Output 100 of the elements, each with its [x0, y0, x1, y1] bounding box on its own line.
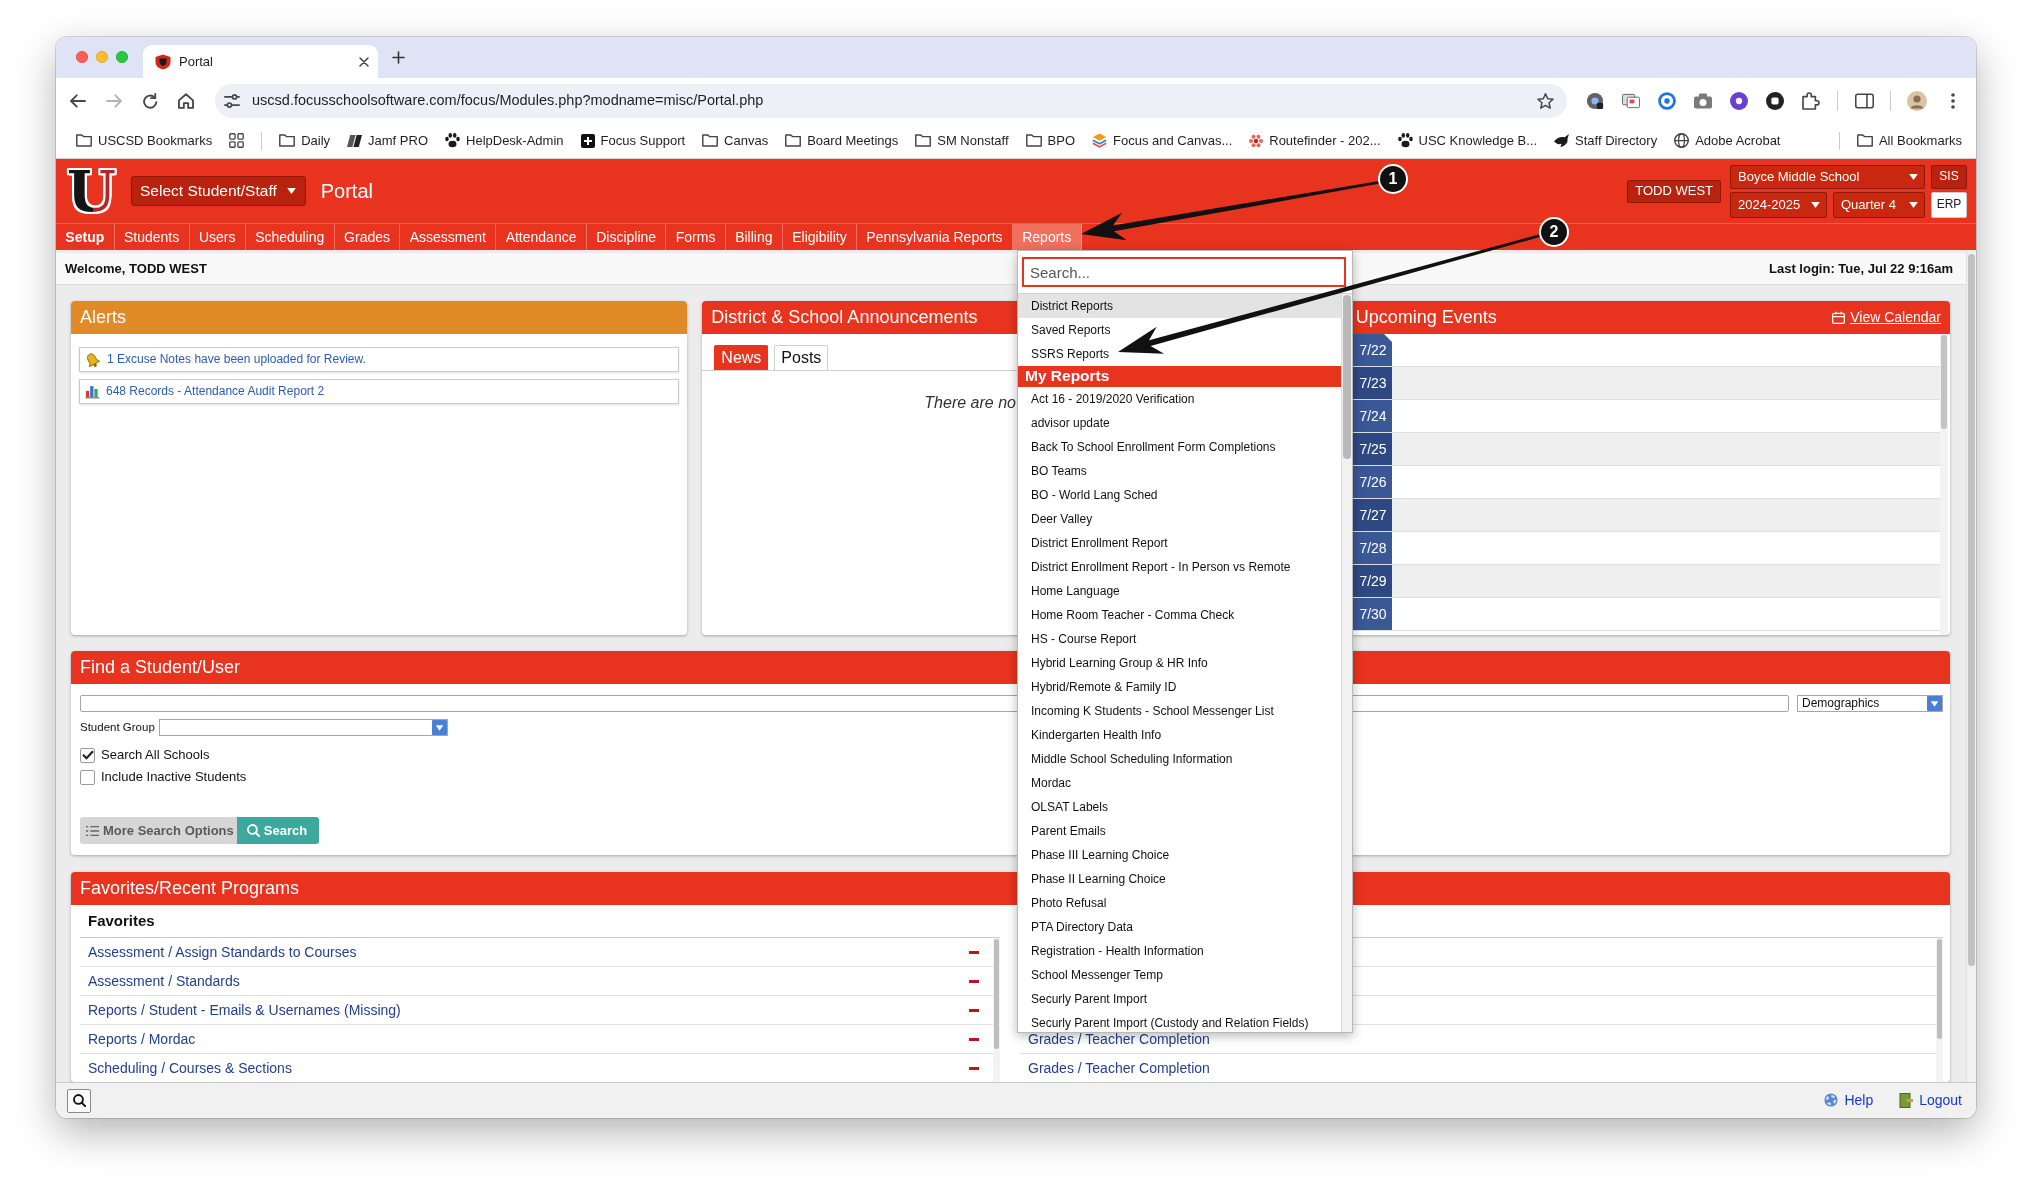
- menu-item[interactable]: HS - Course Report: [1018, 627, 1341, 651]
- help-link[interactable]: Help: [1824, 1092, 1874, 1109]
- bookmark-link[interactable]: Adobe Acrobat: [1674, 132, 1781, 149]
- menu-item[interactable]: District Reports: [1018, 294, 1341, 318]
- side-panel-icon[interactable]: [1854, 92, 1874, 109]
- minus-icon[interactable]: [969, 950, 979, 954]
- nav-tab[interactable]: Assessment: [400, 224, 497, 250]
- student-staff-select[interactable]: Select Student/Staff: [131, 176, 306, 206]
- grid-icon[interactable]: [229, 133, 245, 148]
- menu-item[interactable]: BO Teams: [1018, 459, 1341, 483]
- minus-icon[interactable]: [969, 1066, 979, 1070]
- close-icon[interactable]: [359, 56, 369, 67]
- puzzle-icon[interactable]: [1802, 91, 1820, 110]
- nav-tab[interactable]: Discipline: [586, 224, 667, 250]
- menu-item[interactable]: Home Language: [1018, 579, 1341, 603]
- menu-item[interactable]: Parent Emails: [1018, 819, 1341, 843]
- year-select[interactable]: 2024-2025: [1730, 191, 1827, 218]
- nav-tab[interactable]: Students: [114, 224, 190, 250]
- favorite-link[interactable]: Reports / Student - Emails & Usernames (Missing): [88, 1001, 401, 1019]
- menu-item[interactable]: Incoming K Students - School Messenger List: [1018, 699, 1341, 723]
- nav-tab[interactable]: Billing: [725, 224, 783, 250]
- back-icon[interactable]: [70, 93, 86, 108]
- cards-icon[interactable]: [1622, 91, 1640, 110]
- site-info-icon[interactable]: [224, 93, 240, 108]
- logout-link[interactable]: Logout: [1899, 1092, 1962, 1109]
- bookmark-link[interactable]: USC Knowledge B...: [1397, 132, 1538, 149]
- menu-item[interactable]: Saved Reports: [1018, 318, 1341, 342]
- menu-item[interactable]: Mordac: [1018, 771, 1341, 795]
- minus-icon[interactable]: [969, 1008, 979, 1012]
- nav-tab[interactable]: Users: [189, 224, 246, 250]
- menu-item[interactable]: BO - World Lang Sched: [1018, 483, 1341, 507]
- menu-item[interactable]: School Messenger Temp: [1018, 963, 1341, 987]
- nav-tab[interactable]: Setup: [56, 224, 115, 250]
- more-options-button[interactable]: More Search Options: [80, 817, 237, 844]
- scrollbar-thumb[interactable]: [1937, 939, 1942, 1039]
- bookmark-link[interactable]: Routefinder - 202...: [1249, 132, 1381, 149]
- tab[interactable]: Posts: [774, 345, 829, 371]
- menu-item[interactable]: Registration - Health Information: [1018, 939, 1341, 963]
- menu-item[interactable]: Deer Valley: [1018, 507, 1341, 531]
- alert-link[interactable]: 1 Excuse Notes have been uploaded for Review.: [107, 352, 366, 367]
- plus-icon[interactable]: [392, 51, 405, 64]
- bookmark-link[interactable]: Canvas: [702, 132, 769, 149]
- star-icon[interactable]: [1537, 92, 1554, 109]
- menu-item[interactable]: District Enrollment Report: [1018, 531, 1341, 555]
- close-window-icon[interactable]: [76, 51, 88, 63]
- menu-item[interactable]: Kindergarten Health Info: [1018, 723, 1341, 747]
- menu-item[interactable]: OLSAT Labels: [1018, 795, 1341, 819]
- bookmark-link[interactable]: Jamf PRO: [347, 132, 428, 149]
- favorite-link[interactable]: Assessment / Assign Standards to Courses: [88, 943, 357, 961]
- address-bar[interactable]: uscsd.focusschoolsoftware.com/focus/Modules.php?modname=misc/Portal.php: [215, 83, 1567, 118]
- menu-item[interactable]: PTA Directory Data: [1018, 915, 1341, 939]
- recent-link[interactable]: Grades / Teacher Completion: [1028, 1059, 1210, 1077]
- menu-item[interactable]: Securly Parent Import: [1018, 987, 1341, 1011]
- nav-tab[interactable]: Attendance: [496, 224, 587, 250]
- school-select[interactable]: Boyce Middle School: [1730, 164, 1925, 189]
- menu-item[interactable]: Home Room Teacher - Comma Check: [1018, 603, 1341, 627]
- checkbox[interactable]: [80, 769, 95, 785]
- recent-link[interactable]: Grades / Teacher Completion: [1028, 1030, 1210, 1048]
- menu-item[interactable]: SSRS Reports: [1018, 342, 1341, 366]
- menu-item[interactable]: Middle School Scheduling Information: [1018, 747, 1341, 771]
- bookmark-link[interactable]: Focus Support: [580, 132, 686, 149]
- bookmark-link[interactable]: All Bookmarks: [1856, 132, 1962, 149]
- favorite-link[interactable]: Assessment / Standards: [88, 972, 240, 990]
- nav-tab[interactable]: Forms: [666, 224, 726, 250]
- stop-icon[interactable]: [1766, 91, 1784, 110]
- term-select[interactable]: Quarter 4: [1833, 191, 1925, 218]
- disc-icon[interactable]: [1730, 91, 1748, 110]
- bookmark-link[interactable]: SM Nonstaff: [915, 132, 1009, 149]
- nav-tab[interactable]: Eligibility: [782, 224, 857, 250]
- home-icon[interactable]: [178, 92, 194, 109]
- menu-item[interactable]: Back To School Enrollment Form Completions: [1018, 435, 1341, 459]
- menu-item[interactable]: Hybrid/Remote & Family ID: [1018, 675, 1341, 699]
- nav-tab[interactable]: Scheduling: [245, 224, 335, 250]
- category-select[interactable]: Demographics: [1797, 695, 1943, 712]
- more-icon[interactable]: [1951, 92, 1955, 109]
- bookmark-link[interactable]: Focus and Canvas...: [1092, 132, 1233, 149]
- search-button[interactable]: [67, 1088, 91, 1113]
- camera-icon[interactable]: [1694, 92, 1712, 109]
- menu-item[interactable]: advisor update: [1018, 411, 1341, 435]
- menu-item[interactable]: Act 16 - 2019/2020 Verification: [1018, 387, 1341, 411]
- bookmark-link[interactable]: Daily: [279, 132, 331, 149]
- menu-item[interactable]: Phase III Learning Choice: [1018, 843, 1341, 867]
- app-switch-button[interactable]: ERP: [1931, 191, 1967, 218]
- menu-item[interactable]: Photo Refusal: [1018, 891, 1341, 915]
- tab[interactable]: News: [714, 345, 769, 371]
- bookmark-link[interactable]: HelpDesk-Admin: [445, 132, 564, 149]
- bookmark-link[interactable]: Staff Directory: [1554, 132, 1658, 149]
- scrollbar-thumb[interactable]: [994, 939, 999, 1049]
- app-switch-button[interactable]: SIS: [1931, 164, 1967, 189]
- scrollbar-thumb[interactable]: [1968, 254, 1975, 966]
- scrollbar-thumb[interactable]: [1941, 335, 1947, 429]
- nav-tab[interactable]: Pennsylvania Reports: [857, 224, 1013, 250]
- reload-icon[interactable]: [142, 92, 158, 109]
- ring-icon[interactable]: [1658, 91, 1676, 110]
- bookmark-link[interactable]: Board Meetings: [785, 132, 899, 149]
- menu-item[interactable]: District Enrollment Report - In Person vs Remote: [1018, 555, 1341, 579]
- favorite-link[interactable]: Reports / Mordac: [88, 1030, 196, 1048]
- badge-icon[interactable]: [1586, 91, 1604, 110]
- nav-tab[interactable]: Grades: [334, 224, 401, 250]
- favorite-link[interactable]: Scheduling / Courses & Sections: [88, 1059, 292, 1077]
